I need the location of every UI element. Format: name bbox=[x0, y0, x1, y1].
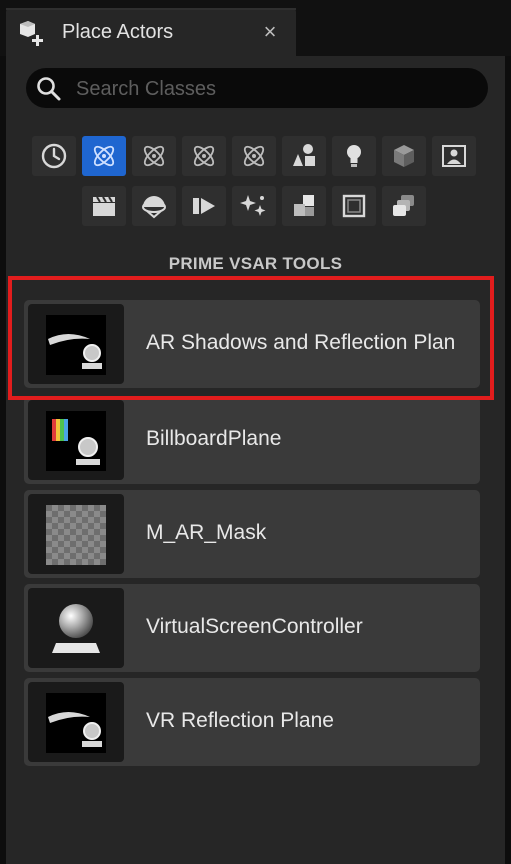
list-item-label: BillboardPlane bbox=[146, 427, 282, 450]
blocks-icon bbox=[294, 195, 314, 216]
filter-recently-placed[interactable] bbox=[32, 136, 76, 176]
stacked-planes-icon bbox=[393, 195, 414, 216]
tab-title: Place Actors bbox=[62, 21, 174, 43]
list-item-label: VirtualScreenController bbox=[146, 615, 363, 638]
list-item-label: M_AR_Mask bbox=[146, 521, 267, 544]
tab-accent bbox=[6, 8, 296, 10]
list-item[interactable]: VirtualScreenController bbox=[24, 584, 480, 672]
filter-all-classes[interactable] bbox=[82, 136, 126, 176]
portrait-icon bbox=[442, 145, 466, 167]
close-icon[interactable]: × bbox=[258, 18, 282, 46]
reflection-plane-icon bbox=[46, 693, 106, 753]
cube-icon bbox=[394, 145, 414, 167]
filter-geometry[interactable] bbox=[182, 136, 226, 176]
filter-hemisphere[interactable] bbox=[132, 186, 176, 226]
filter-lights[interactable] bbox=[332, 136, 376, 176]
billboard-icon bbox=[46, 411, 106, 471]
lightbulb-icon bbox=[347, 145, 361, 167]
frame-icon bbox=[342, 194, 366, 218]
filter-visual-effects[interactable] bbox=[432, 136, 476, 176]
search-input[interactable] bbox=[74, 72, 478, 106]
list-item-label: VR Reflection Plane bbox=[146, 709, 334, 732]
filter-cinematic[interactable] bbox=[82, 186, 126, 226]
list-item[interactable]: M_AR_Mask bbox=[24, 490, 480, 578]
checker-material-thumb bbox=[28, 494, 124, 574]
shapes-icon bbox=[293, 144, 315, 166]
panel-body: PRIME VSAR TOOLS AR Shadows and Reflecti… bbox=[6, 56, 505, 864]
sphere-pedestal-icon bbox=[52, 604, 100, 653]
reflection-plane-thumb bbox=[28, 682, 124, 762]
atom-icon bbox=[193, 145, 215, 167]
filter-media[interactable] bbox=[182, 186, 226, 226]
tab-place-actors[interactable]: Place Actors × bbox=[6, 8, 296, 56]
reflection-plane-thumb bbox=[28, 304, 124, 384]
hemisphere-icon bbox=[142, 196, 166, 219]
recently-placed-icon bbox=[41, 143, 67, 169]
sphere-pedestal-thumb bbox=[28, 588, 124, 668]
filter-frame[interactable] bbox=[332, 186, 376, 226]
billboard-thumb bbox=[28, 400, 124, 480]
atom-icon bbox=[243, 145, 265, 167]
place-actors-icon bbox=[20, 21, 43, 46]
filter-basic[interactable] bbox=[132, 136, 176, 176]
place-actors-panel: Place Actors × Search Classes PRIME VSAR… bbox=[0, 0, 511, 864]
tab-bar: Place Actors × bbox=[0, 0, 511, 56]
atom-icon bbox=[93, 145, 115, 167]
checker-material-icon bbox=[46, 505, 106, 565]
list-item[interactable]: VR Reflection Plane bbox=[24, 678, 480, 766]
film-frames-icon bbox=[193, 198, 215, 214]
filter-all-types[interactable] bbox=[282, 186, 326, 226]
section-title: PRIME VSAR TOOLS bbox=[168, 254, 343, 273]
clapperboard-icon bbox=[93, 196, 115, 216]
filter-shapes[interactable] bbox=[282, 136, 326, 176]
filter-volumes[interactable] bbox=[382, 136, 426, 176]
list-item[interactable]: AR Shadows and Reflection Plan bbox=[24, 300, 480, 388]
filter-custom[interactable] bbox=[232, 136, 276, 176]
filter-effects[interactable] bbox=[232, 186, 276, 226]
reflection-plane-icon bbox=[46, 315, 106, 375]
search-icon bbox=[37, 77, 61, 101]
atom-icon bbox=[143, 145, 165, 167]
list-item-label: AR Shadows and Reflection Plan bbox=[146, 331, 456, 354]
search-box[interactable] bbox=[26, 68, 488, 108]
list-item[interactable]: BillboardPlane bbox=[24, 396, 480, 484]
sparkles-icon bbox=[240, 195, 266, 216]
filter-stacked[interactable] bbox=[382, 186, 426, 226]
